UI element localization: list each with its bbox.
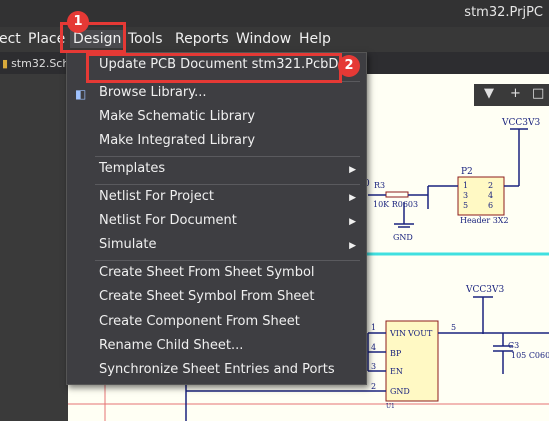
vcc-mid-label: VCC3V3	[465, 285, 504, 295]
menu-separator	[95, 260, 360, 261]
r3-body	[385, 191, 409, 198]
filter-icon[interactable]: ▼	[484, 86, 494, 101]
submenu-arrow-icon: ▶	[349, 241, 356, 251]
update-pcb-highlight	[86, 53, 342, 83]
menu-project[interactable]: ect	[0, 30, 21, 48]
menu-separator	[95, 184, 360, 185]
r3-ref: R3	[374, 181, 385, 190]
c3-value: 105 C0603	[511, 351, 549, 360]
gnd-label: GND	[393, 233, 413, 242]
p2-pin4: 4	[488, 191, 493, 200]
menu-item-make-integrated-library[interactable]: Make Integrated Library	[99, 133, 255, 148]
browse-library-icon: ◧	[75, 87, 87, 101]
u-pin2: 2	[371, 382, 376, 391]
menu-item-create-sheet-from-symbol[interactable]: Create Sheet From Sheet Symbol	[99, 265, 315, 280]
menu-item-make-schematic-library[interactable]: Make Schematic Library	[99, 109, 255, 124]
submenu-arrow-icon: ▶	[349, 217, 356, 227]
p2-pin3: 3	[463, 191, 468, 200]
p2-pin1: 1	[463, 181, 468, 190]
floating-toolbar: ▼ + □	[474, 84, 549, 106]
u-bp-label: BP	[390, 349, 402, 358]
menu-item-simulate[interactable]: Simulate	[99, 237, 156, 252]
menu-item-browse-library[interactable]: Browse Library...	[99, 85, 206, 100]
step-badge-2: 2	[338, 55, 360, 77]
submenu-arrow-icon: ▶	[349, 165, 356, 175]
u-vin-label: VIN	[389, 329, 406, 338]
u-vout-label: VOUT	[407, 329, 433, 338]
menu-tools[interactable]: Tools	[128, 30, 163, 48]
menu-item-rename-child-sheet[interactable]: Rename Child Sheet...	[99, 338, 243, 353]
header-label: Header 3X2	[460, 216, 509, 225]
p2-pin5: 5	[463, 201, 468, 210]
u-ref: U1	[386, 403, 395, 410]
left-panel	[0, 74, 68, 421]
menu-reports[interactable]: Reports	[175, 30, 229, 48]
menu-separator	[95, 156, 360, 157]
p2-pin6: 6	[488, 201, 493, 210]
p2-pin2: 2	[488, 181, 493, 190]
u-pin3: 3	[371, 362, 376, 371]
rectangle-icon[interactable]: □	[532, 86, 544, 101]
window-title: stm32.PrjPC	[464, 5, 543, 20]
menu-help[interactable]: Help	[299, 30, 331, 48]
menu-item-netlist-project[interactable]: Netlist For Project	[99, 189, 214, 204]
u-en-label: EN	[390, 367, 403, 376]
u-pin5: 5	[451, 323, 456, 332]
menu-item-create-symbol-from-sheet[interactable]: Create Sheet Symbol From Sheet	[99, 289, 315, 304]
menu-item-synchronize-sheet-entries[interactable]: Synchronize Sheet Entries and Ports	[99, 362, 335, 377]
c3-ref: C3	[508, 341, 519, 350]
u-pin4: 4	[371, 343, 376, 352]
menu-window[interactable]: Window	[236, 30, 291, 48]
submenu-arrow-icon: ▶	[349, 193, 356, 203]
menu-item-templates[interactable]: Templates	[99, 161, 165, 176]
vcc-top-label: VCC3V3	[501, 118, 540, 128]
menu-item-netlist-document[interactable]: Netlist For Document	[99, 213, 237, 228]
menu-item-create-component-from-sheet[interactable]: Create Component From Sheet	[99, 314, 300, 329]
schematic-document-icon: ▮	[2, 57, 9, 70]
step-badge-1: 1	[67, 11, 89, 33]
r3-value: 10K R0603	[373, 200, 418, 209]
p2-ref: P2	[461, 167, 473, 177]
u-gnd-label: GND	[390, 387, 410, 396]
u-pin1: 1	[371, 323, 376, 332]
add-icon[interactable]: +	[510, 86, 521, 101]
design-menu-dropdown: Update PCB Document stm321.PcbDoc ◧ Brow…	[66, 52, 367, 385]
